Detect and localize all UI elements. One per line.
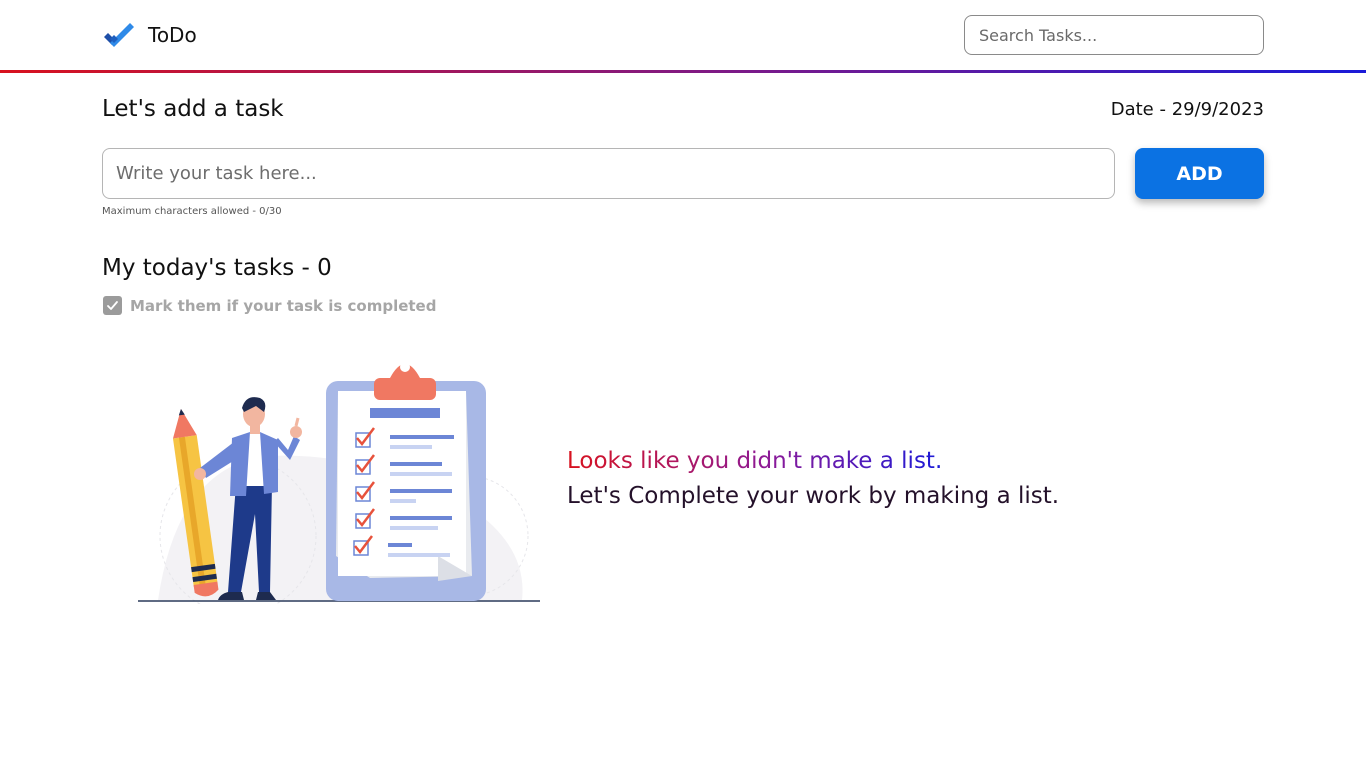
add-task-heading: Let's add a task — [102, 96, 284, 122]
mark-hint-label: Mark them if your task is completed — [130, 296, 437, 315]
char-limit-hint: Maximum characters allowed - 0/30 — [102, 206, 282, 217]
header-divider — [0, 70, 1366, 73]
mark-complete-hint: Mark them if your task is completed — [103, 296, 436, 315]
checkbox-icon — [103, 296, 122, 315]
empty-state-subtitle: Let's Complete your work by making a lis… — [567, 483, 1060, 509]
task-input[interactable] — [102, 148, 1115, 199]
brand-logo[interactable]: ToDo — [102, 20, 197, 50]
brand-name: ToDo — [148, 23, 197, 47]
top-bar: ToDo — [0, 0, 1366, 70]
empty-state-title: Looks like you didn't make a list. — [567, 448, 943, 474]
add-button[interactable]: ADD — [1135, 148, 1264, 199]
double-check-icon — [104, 23, 134, 47]
search-input[interactable] — [964, 15, 1264, 55]
tasks-heading: My today's tasks - 0 — [102, 255, 332, 281]
date-label: Date - 29/9/2023 — [1110, 99, 1264, 120]
empty-state-illustration — [138, 356, 542, 615]
